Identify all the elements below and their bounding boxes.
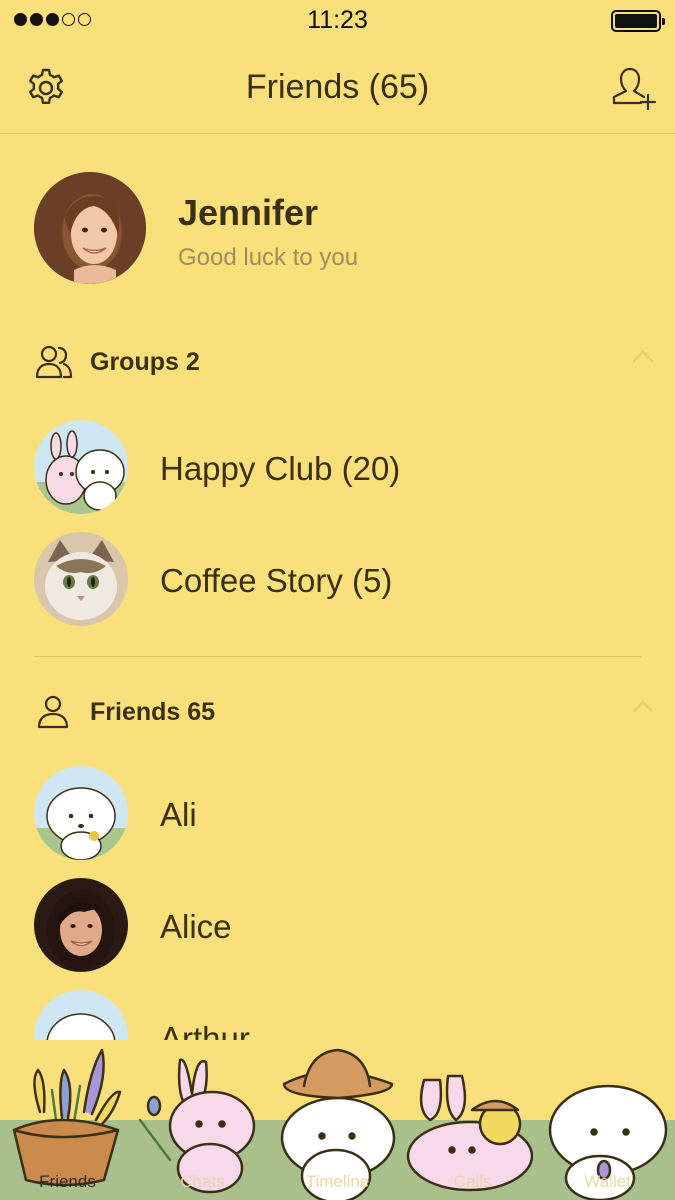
friends-section-label: Friends 65 — [90, 698, 216, 726]
tab-calls[interactable]: Calls — [405, 1172, 540, 1192]
status-bar: 11:23 — [0, 0, 675, 42]
avatar — [34, 420, 128, 514]
person-icon — [37, 695, 69, 729]
tab-bar: Friends Chats Timeline Calls Wallet — [0, 1040, 675, 1200]
avatar — [34, 532, 128, 626]
chevron-up-icon[interactable] — [631, 698, 655, 714]
profile-status-message: Good luck to you — [178, 244, 359, 271]
avatar — [34, 878, 128, 972]
avatar — [34, 766, 128, 860]
group-row-coffee-story[interactable]: Coffee Story (5) — [34, 532, 634, 628]
group-name: Coffee Story (5) — [160, 562, 393, 599]
friend-row-ali[interactable]: Ali — [34, 766, 634, 862]
group-icon — [35, 345, 73, 379]
add-friend-button[interactable] — [609, 62, 661, 114]
tab-chats[interactable]: Chats — [135, 1172, 270, 1192]
page-title: Friends (65) — [245, 68, 430, 106]
groups-section-label: Groups 2 — [90, 348, 200, 376]
profile-name: Jennifer — [178, 192, 319, 233]
my-profile[interactable]: Jennifer Good luck to you — [34, 172, 634, 284]
status-time: 11:23 — [307, 6, 368, 34]
friend-name: Alice — [160, 908, 232, 945]
chevron-up-icon[interactable] — [631, 348, 655, 364]
friend-name: Ali — [160, 796, 197, 833]
group-name: Happy Club (20) — [160, 450, 401, 487]
tab-timeline[interactable]: Timeline — [270, 1172, 405, 1192]
tab-wallet[interactable]: Wallet — [540, 1172, 675, 1192]
battery-icon — [611, 10, 665, 32]
tab-friends[interactable]: Friends — [0, 1172, 135, 1192]
group-row-happy-club[interactable]: Happy Club (20) — [34, 420, 634, 516]
section-divider — [34, 656, 641, 657]
groups-section-header[interactable]: Groups 2 — [34, 340, 659, 384]
friends-section-header[interactable]: Friends 65 — [34, 690, 659, 734]
nav-bar: Friends (65) — [0, 42, 675, 134]
add-friend-icon — [612, 67, 657, 111]
avatar — [34, 172, 146, 284]
friend-row-alice[interactable]: Alice — [34, 878, 634, 974]
